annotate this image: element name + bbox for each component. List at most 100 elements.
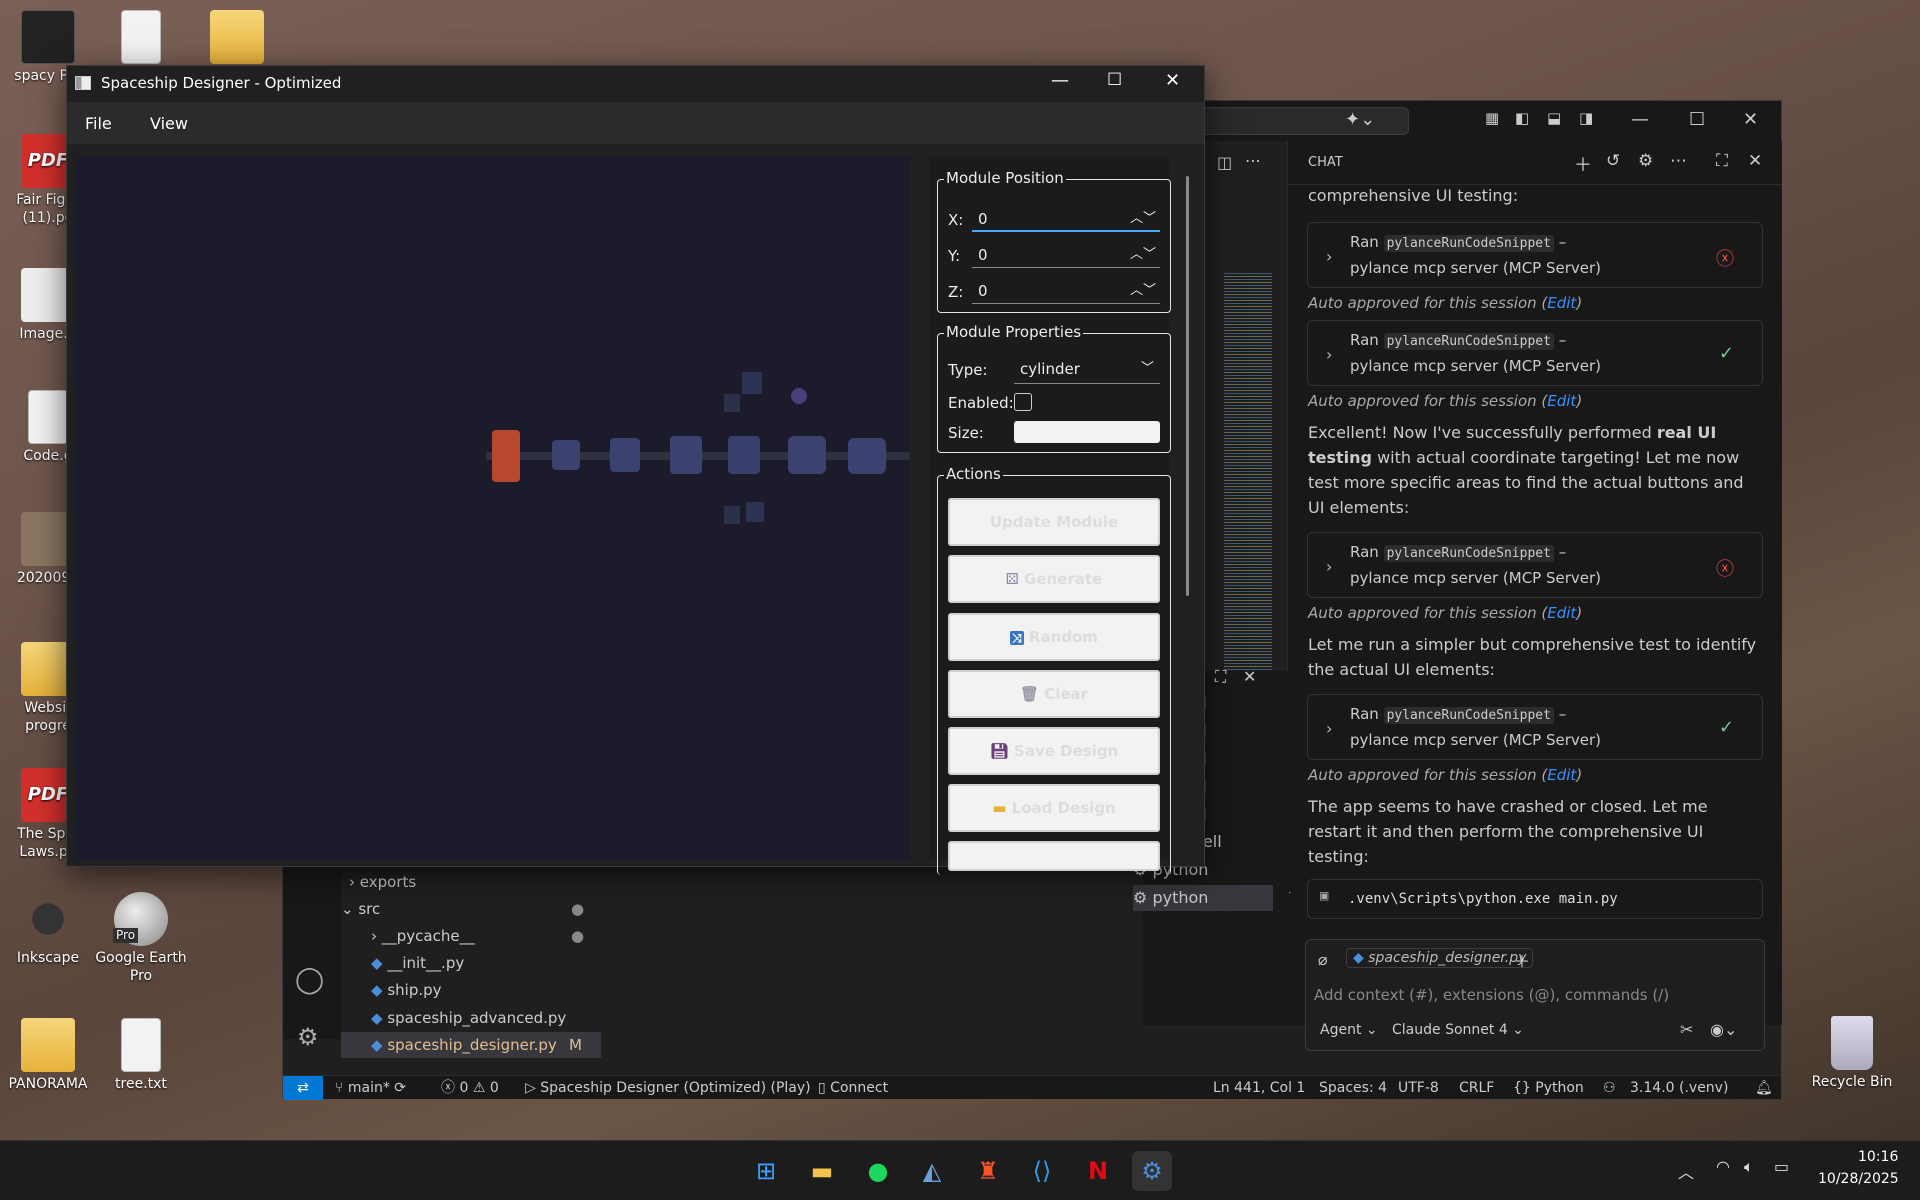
file-row[interactable]: ◆ __init__.py (371, 950, 464, 976)
action-button-partial[interactable] (948, 841, 1160, 871)
type-dropdown[interactable]: cylinder ﹀ (1014, 356, 1160, 384)
brave-icon[interactable]: ♜ (968, 1151, 1008, 1191)
maximize-chat-icon[interactable]: ⛶ (1716, 151, 1728, 171)
interpreter[interactable]: ⚇ 3.14.0 (.venv) (1603, 1076, 1728, 1100)
new-chat-icon[interactable]: ＋ (1574, 151, 1592, 177)
spotify-icon[interactable]: ● (858, 1151, 898, 1191)
desktop-icon-folder[interactable] (189, 10, 285, 68)
x-spinbox[interactable]: 0 ︿﹀ (972, 206, 1160, 232)
more-icon[interactable]: ⋯ (1670, 151, 1687, 171)
menu-view[interactable]: View (150, 114, 188, 133)
desktop-icon-recycle-bin[interactable]: Recycle Bin (1804, 1016, 1900, 1092)
wireshark-icon[interactable]: ◭ (912, 1151, 952, 1191)
model-dropdown[interactable]: Claude Sonnet 4 ⌄ (1392, 1022, 1524, 1038)
tools-icon[interactable]: ✂ (1680, 1020, 1693, 1039)
desktop-icon-inkscape[interactable]: Inkscape (0, 892, 96, 968)
file-row[interactable]: ◆ ship.py (371, 977, 442, 1003)
terminal-item-active[interactable]: ⚙ python (1133, 885, 1273, 911)
terminal-command[interactable]: ◜ ▣ .venv\Scripts\python.exe main.py (1284, 879, 1763, 919)
history-icon[interactable]: ↺ (1606, 151, 1620, 171)
indentation[interactable]: Spaces: 4 (1319, 1076, 1387, 1100)
z-spinbox[interactable]: 0 ︿﹀ (972, 278, 1160, 304)
run-config[interactable]: ▷ Spaceship Designer (Optimized) (Play) (525, 1076, 811, 1100)
folder-row[interactable]: › __pycache__ ● (371, 923, 584, 949)
send-icon[interactable]: ◉⌄ (1710, 1020, 1737, 1039)
battery-icon[interactable]: ▭ (1774, 1157, 1789, 1176)
desktop-icon-panorama[interactable]: PANORAMA (0, 1018, 96, 1094)
gear-icon[interactable]: ⚙ (1638, 151, 1653, 171)
chat-tab[interactable]: CHAT (1308, 155, 1343, 170)
load-design-button[interactable]: ▬ Load Design (948, 784, 1160, 832)
file-row-active[interactable]: ◆ spaceship_designer.py M (341, 1032, 601, 1058)
close-icon[interactable]: ✕ (1743, 109, 1758, 130)
tool-call[interactable]: › Ran pylanceRunCodeSnippet – pylance mc… (1307, 532, 1763, 598)
y-spinbox[interactable]: 0 ︿﹀ (972, 242, 1160, 268)
minimize-icon[interactable]: — (1051, 70, 1069, 91)
attachment-chip[interactable]: ◆ spaceship_designer.py (1346, 948, 1534, 968)
close-panel-icon[interactable]: ✕ (1243, 667, 1256, 686)
problems-indicator[interactable]: ⓧ 0 ⚠ 0 (441, 1076, 499, 1100)
maximize-panel-icon[interactable]: ⛶ (1215, 667, 1226, 687)
remote-indicator[interactable]: ⇄ (283, 1076, 323, 1100)
tool-call[interactable]: › Ran pylanceRunCodeSnippet – pylance mc… (1307, 222, 1763, 288)
language-mode[interactable]: {} Python (1513, 1076, 1584, 1100)
edit-link[interactable]: Edit (1547, 604, 1576, 622)
folder-row[interactable]: › exports (349, 869, 416, 895)
generate-button[interactable]: ⚄ Generate (948, 555, 1160, 603)
manage-gear-icon[interactable]: ⚙ (297, 1023, 319, 1051)
toggle-panel-icon[interactable]: ⬓ (1547, 109, 1561, 127)
edit-link[interactable]: Edit (1547, 766, 1576, 784)
layout-icon[interactable]: ▦ (1485, 109, 1499, 127)
size-field[interactable] (1014, 421, 1160, 443)
edit-link[interactable]: Edit (1547, 392, 1576, 410)
attach-icon[interactable]: ⌀ (1318, 950, 1328, 969)
desktop-icon-document[interactable] (93, 10, 189, 68)
clock-date[interactable]: 10/28/2025 (1818, 1171, 1899, 1187)
split-editor-icon[interactable]: ◫ (1217, 153, 1232, 172)
random-button[interactable]: ⤨ Random (948, 613, 1160, 661)
enabled-checkbox[interactable] (1014, 393, 1032, 411)
folder-row[interactable]: ⌄ src ● (341, 896, 584, 922)
account-icon[interactable]: ◯ (295, 965, 324, 995)
stepper-icon[interactable]: ︿﹀ (1130, 206, 1156, 232)
mode-dropdown[interactable]: Agent ⌄ (1320, 1022, 1378, 1038)
desktop-icon-tree-txt[interactable]: tree.txt (93, 1018, 189, 1094)
3d-viewport[interactable] (76, 156, 916, 860)
tool-call[interactable]: › Ran pylanceRunCodeSnippet – pylance mc… (1307, 694, 1763, 760)
scrollbar-thumb[interactable] (1186, 176, 1189, 596)
clear-button[interactable]: 🗑︎ Clear (948, 670, 1160, 718)
desktop-icon-google-earth[interactable]: Pro Google Earth Pro (93, 892, 189, 985)
branch-indicator[interactable]: ⑂ main* ⟳ (335, 1076, 406, 1100)
vscode-icon[interactable]: ⟨⟩ (1022, 1151, 1062, 1191)
copilot-icon[interactable]: ✦⌄ (1345, 109, 1375, 130)
line-ending[interactable]: CRLF (1459, 1076, 1494, 1100)
close-icon[interactable]: ✕ (1165, 70, 1180, 91)
file-explorer-icon[interactable]: ▬ (802, 1151, 842, 1191)
menu-file[interactable]: File (85, 114, 112, 133)
connect-button[interactable]: ▯ Connect (818, 1076, 888, 1100)
clock-time[interactable]: 10:16 (1858, 1149, 1898, 1165)
chevron-up-icon[interactable]: ︿ (1678, 1159, 1694, 1183)
bell-icon[interactable]: 🔔︎ (1755, 1076, 1773, 1100)
minimize-icon[interactable]: — (1631, 109, 1649, 130)
chat-input-box[interactable]: ⌀ ◆ spaceship_designer.py ＋ Add context … (1305, 939, 1765, 1051)
save-design-button[interactable]: 💾︎ Save Design (948, 727, 1160, 775)
start-button[interactable]: ⊞ (746, 1151, 786, 1191)
cursor-position[interactable]: Ln 441, Col 1 (1213, 1076, 1305, 1100)
update-module-button[interactable]: Update Module (948, 498, 1160, 546)
close-chat-icon[interactable]: ✕ (1748, 151, 1762, 171)
wifi-icon[interactable]: ◠ (1716, 1157, 1730, 1176)
chat-input[interactable]: Add context (#), extensions (@), command… (1314, 986, 1669, 1004)
more-actions-icon[interactable]: ⋯ (1245, 151, 1261, 170)
netflix-icon[interactable]: N (1078, 1151, 1118, 1191)
edit-link[interactable]: Edit (1547, 294, 1576, 312)
tool-call[interactable]: › Ran pylanceRunCodeSnippet – pylance mc… (1307, 320, 1763, 386)
python-icon[interactable]: ⚙ (1132, 1151, 1172, 1191)
maximize-icon[interactable]: ☐ (1107, 70, 1122, 90)
volume-icon[interactable]: 🔈︎ (1744, 1157, 1754, 1177)
add-context-icon[interactable]: ＋ (1514, 948, 1530, 972)
toggle-secondary-sidebar-icon[interactable]: ◨ (1579, 109, 1593, 127)
file-row[interactable]: ◆ spaceship_advanced.py (371, 1005, 566, 1031)
stepper-icon[interactable]: ︿﹀ (1130, 242, 1156, 268)
encoding[interactable]: UTF-8 (1398, 1076, 1439, 1100)
